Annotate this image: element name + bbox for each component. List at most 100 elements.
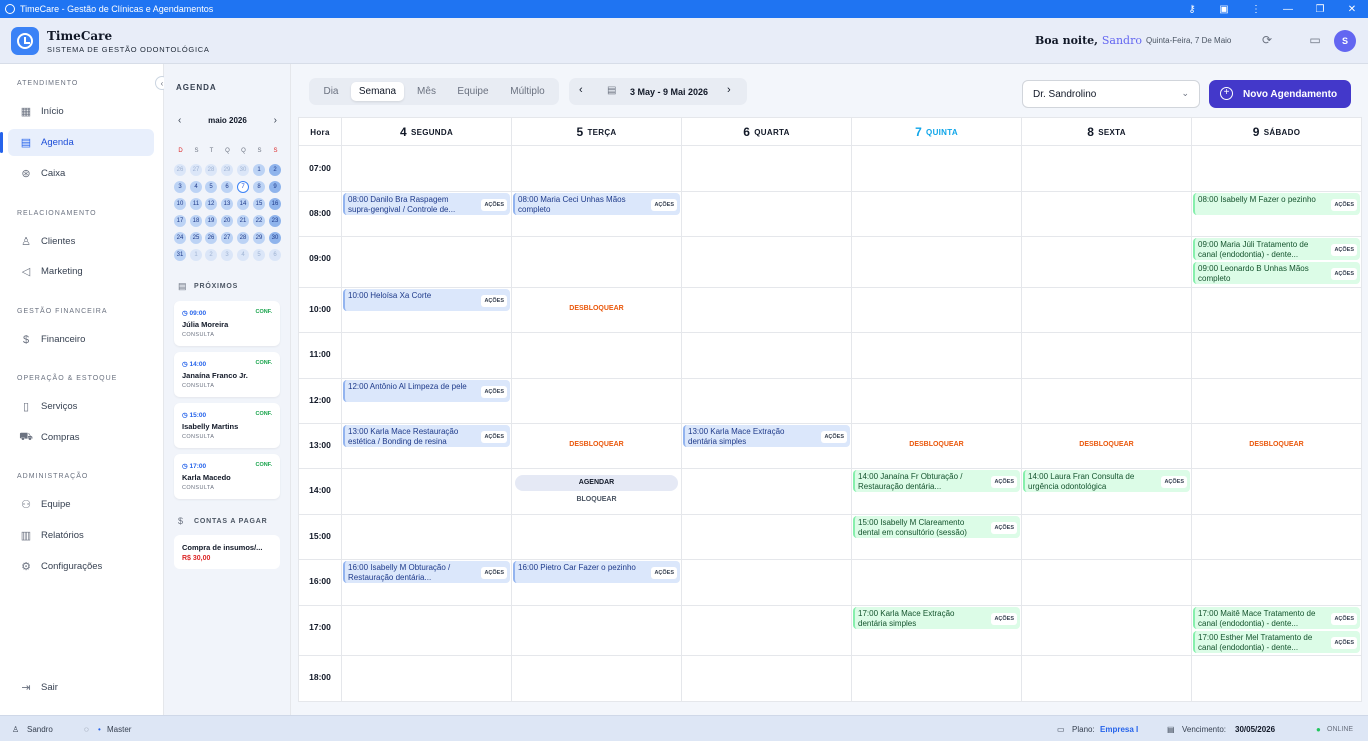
- calendar-day[interactable]: 17: [174, 215, 186, 227]
- calendar-day[interactable]: 25: [190, 232, 202, 244]
- calendar-day[interactable]: 6: [269, 249, 281, 261]
- unlock-button[interactable]: DESBLOQUEAR: [512, 441, 681, 448]
- calendar-day[interactable]: 2: [205, 249, 217, 261]
- calendar-day[interactable]: 31: [174, 249, 186, 261]
- actions-button[interactable]: AÇÕES: [1331, 268, 1357, 280]
- actions-button[interactable]: AÇÕES: [481, 431, 507, 443]
- actions-button[interactable]: AÇÕES: [1161, 476, 1187, 488]
- tab-equipe[interactable]: Equipe: [449, 82, 497, 101]
- calendar-day[interactable]: 3: [221, 249, 233, 261]
- calendar-day[interactable]: 23: [269, 215, 281, 227]
- avatar[interactable]: S: [1334, 30, 1356, 52]
- extension-icon[interactable]: ▣: [1208, 0, 1240, 18]
- calendar-day[interactable]: 1: [190, 249, 202, 261]
- sidebar-item-configuracoes[interactable]: ⚙ Configurações: [8, 553, 154, 580]
- appointment-event[interactable]: 12:00 Antônio Al Limpeza de pele AÇÕES: [343, 380, 510, 402]
- appointment-event[interactable]: 17:00 Karla Mace Extração dentária simpl…: [853, 607, 1020, 629]
- upcoming-card[interactable]: ◷ 15:00 CONF. Isabelly Martins CONSULTA: [174, 403, 280, 448]
- actions-button[interactable]: AÇÕES: [481, 295, 507, 307]
- calendar-day[interactable]: 4: [190, 181, 202, 193]
- calendar-day[interactable]: 18: [190, 215, 202, 227]
- actions-button[interactable]: AÇÕES: [481, 199, 507, 211]
- more-menu-icon[interactable]: ⋮: [1240, 0, 1272, 18]
- calendar-day[interactable]: 2: [269, 164, 281, 176]
- upcoming-card[interactable]: ◷ 17:00 CONF. Karla Macedo CONSULTA: [174, 454, 280, 499]
- appointment-event[interactable]: 09:00 Leonardo B Unhas Mãos completo AÇÕE…: [1193, 262, 1360, 284]
- sidebar-item-compras[interactable]: ⛟ Compras: [8, 424, 154, 451]
- sidebar-item-relatorios[interactable]: ▥ Relatórios: [8, 522, 154, 549]
- appointment-event[interactable]: 09:00 Maria Júli Tratamento de canal (en…: [1193, 238, 1360, 260]
- actions-button[interactable]: AÇÕES: [481, 567, 507, 579]
- block-button[interactable]: BLOQUEAR: [515, 496, 678, 503]
- calendar-day[interactable]: 21: [237, 215, 249, 227]
- calendar-day[interactable]: 29: [221, 164, 233, 176]
- appointment-event[interactable]: 14:00 Janaína Fr Obturação / Restauração…: [853, 470, 1020, 492]
- calendar-day[interactable]: 13: [221, 198, 233, 210]
- actions-button[interactable]: AÇÕES: [481, 386, 507, 398]
- calendar-day[interactable]: 8: [253, 181, 265, 193]
- calendar-day[interactable]: 6: [221, 181, 233, 193]
- calendar-day[interactable]: 27: [221, 232, 233, 244]
- sidebar-item-caixa[interactable]: ⊛ Caixa: [8, 160, 154, 187]
- sidebar-item-equipe[interactable]: ⚇ Equipe: [8, 491, 154, 518]
- calendar-day[interactable]: 3: [174, 181, 186, 193]
- logout-button[interactable]: ⇥ Sair: [8, 674, 154, 701]
- calendar-day[interactable]: 28: [205, 164, 217, 176]
- actions-button[interactable]: AÇÕES: [821, 431, 847, 443]
- actions-button[interactable]: AÇÕES: [1331, 199, 1357, 211]
- sidebar-item-marketing[interactable]: ◁ Marketing: [8, 258, 154, 285]
- actions-button[interactable]: AÇÕES: [1331, 637, 1357, 649]
- restore-button[interactable]: ❐: [1304, 0, 1336, 18]
- actions-button[interactable]: AÇÕES: [1331, 244, 1357, 256]
- calendar-day[interactable]: 16: [269, 198, 281, 210]
- appointment-event[interactable]: 17:00 Esther Mel Tratamento de canal (en…: [1193, 631, 1360, 653]
- calendar-day[interactable]: 19: [205, 215, 217, 227]
- appointment-event[interactable]: 08:00 Isabelly M Fazer o pezinho AÇÕES: [1193, 193, 1360, 215]
- calendar-day[interactable]: 15: [253, 198, 265, 210]
- professional-select[interactable]: Dr. Sandrolino ⌄: [1022, 80, 1200, 108]
- calendar-day[interactable]: 26: [174, 164, 186, 176]
- appointment-event[interactable]: 08:00 Maria Ceci Unhas Mãos completo AÇÕE…: [513, 193, 680, 215]
- calendar-day[interactable]: 26: [205, 232, 217, 244]
- next-month-button[interactable]: ›: [274, 115, 277, 126]
- prev-week-button[interactable]: ‹: [579, 84, 583, 96]
- calendar-day[interactable]: 27: [190, 164, 202, 176]
- calendar-day[interactable]: 11: [190, 198, 202, 210]
- appointment-event[interactable]: 10:00 Heloísa Xa Corte AÇÕES: [343, 289, 510, 311]
- tab-multiplo[interactable]: Múltiplo: [501, 82, 554, 101]
- appointment-event[interactable]: 15:00 Isabelly M Clareamento dental em c…: [853, 516, 1020, 538]
- sidebar-item-agenda[interactable]: ▤ Agenda: [0, 129, 154, 156]
- calendar-day[interactable]: 9: [269, 181, 281, 193]
- sidebar-item-inicio[interactable]: ▦ Início: [8, 98, 154, 125]
- chat-icon[interactable]: ▭: [1305, 30, 1325, 50]
- new-appointment-button[interactable]: + Novo Agendamento: [1209, 80, 1351, 108]
- unlock-button[interactable]: DESBLOQUEAR: [1022, 441, 1191, 448]
- upcoming-card[interactable]: ◷ 14:00 CONF. Janaína Franco Jr. CONSULTA: [174, 352, 280, 397]
- calendar-day[interactable]: 28: [237, 232, 249, 244]
- calendar-day[interactable]: 7: [237, 181, 249, 193]
- calendar-day[interactable]: 22: [253, 215, 265, 227]
- actions-button[interactable]: AÇÕES: [991, 522, 1017, 534]
- calendar-day[interactable]: 29: [253, 232, 265, 244]
- unlock-button[interactable]: DESBLOQUEAR: [1192, 441, 1361, 448]
- calendar-day[interactable]: 14: [237, 198, 249, 210]
- calendar-day[interactable]: 30: [237, 164, 249, 176]
- payable-card[interactable]: Compra de insumos/... R$ 30,00: [174, 535, 280, 569]
- calendar-day[interactable]: 24: [174, 232, 186, 244]
- appointment-event[interactable]: 16:00 Isabelly M Obturação / Restauração…: [343, 561, 510, 583]
- tab-semana[interactable]: Semana: [351, 82, 404, 101]
- sidebar-item-clientes[interactable]: ♙ Clientes: [8, 228, 154, 255]
- sidebar-item-servicos[interactable]: ▯ Serviços: [8, 393, 154, 420]
- unlock-button[interactable]: DESBLOQUEAR: [852, 441, 1021, 448]
- appointment-event[interactable]: 17:00 Maitê Mace Tratamento de canal (en…: [1193, 607, 1360, 629]
- actions-button[interactable]: AÇÕES: [651, 567, 677, 579]
- appointment-event[interactable]: 08:00 Danilo Bra Raspagem supra-gengival…: [343, 193, 510, 215]
- appointment-event[interactable]: 13:00 Karla Mace Extração dentária simpl…: [683, 425, 850, 447]
- calendar-day[interactable]: 10: [174, 198, 186, 210]
- actions-button[interactable]: AÇÕES: [991, 476, 1017, 488]
- appointment-event[interactable]: 14:00 Laura Fran Consulta de urgência od…: [1023, 470, 1190, 492]
- upcoming-card[interactable]: ◷ 09:00 CONF. Júlia Moreira CONSULTA: [174, 301, 280, 346]
- calendar-day[interactable]: 1: [253, 164, 265, 176]
- next-week-button[interactable]: ›: [727, 84, 731, 96]
- actions-button[interactable]: AÇÕES: [1331, 613, 1357, 625]
